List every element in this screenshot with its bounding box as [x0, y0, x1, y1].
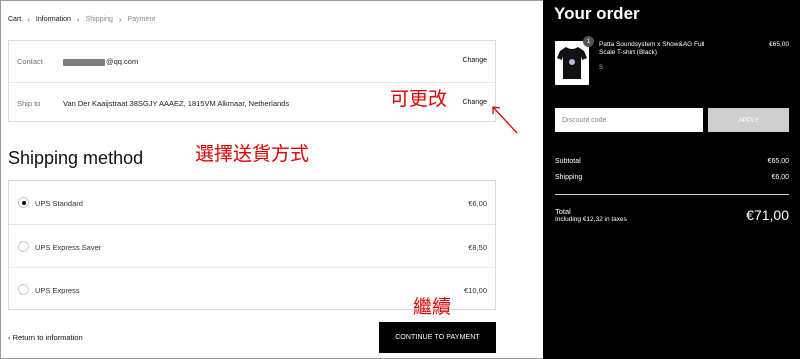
subtotal-label: Subtotal — [555, 158, 581, 165]
annotation-changeable: 可更改 — [390, 88, 448, 110]
annotation-choose-shipping: 選擇送貨方式 — [195, 143, 310, 165]
order-title: Your order — [554, 4, 640, 23]
tshirt-icon — [557, 47, 587, 79]
shipping-cost-label: Shipping — [555, 174, 583, 181]
shipping-cost-value: €6,00 — [771, 174, 789, 181]
return-to-information-link[interactable]: ‹ Return to information — [8, 333, 83, 342]
ship-to-label: Ship to — [17, 99, 41, 108]
shipping-option-name: UPS Express Saver — [35, 243, 102, 252]
annotation-continue: 繼續 — [413, 296, 452, 318]
order-summary-panel: Your order 1 Patta Soundsystem x Show&AG… — [543, 0, 800, 359]
total-value: €71,00 — [746, 207, 789, 223]
ship-to-address: Van Der Kaaijstraat 38SGJY AAAEZ, 1815VM… — [63, 99, 290, 108]
chevron-right-icon: › — [76, 15, 80, 24]
product-thumbnail — [555, 41, 589, 85]
contact-row: Contact @qq.com Change — [9, 41, 495, 81]
tax-note: Including €12,32 in taxes — [555, 216, 627, 223]
contact-value: @qq.com — [63, 57, 138, 66]
breadcrumb-cart[interactable]: Cart — [8, 16, 21, 23]
shipping-option-price: €6,00 — [468, 199, 487, 208]
shipping-methods-list: UPS Standard €6,00 UPS Express Saver €8,… — [8, 180, 496, 310]
radio-icon[interactable] — [18, 241, 29, 252]
shipping-option-name: UPS Express — [35, 286, 80, 295]
shipping-option-ups-standard[interactable]: UPS Standard €6,00 — [9, 181, 495, 224]
summary-divider — [555, 194, 789, 195]
product-price: €65,00 — [769, 41, 789, 48]
subtotal-row: Subtotal €65,00 — [555, 158, 789, 165]
breadcrumb-payment: Payment — [127, 16, 156, 23]
return-label: Return to information — [12, 333, 83, 342]
radio-selected-icon[interactable] — [18, 197, 29, 208]
quantity-badge: 1 — [583, 36, 594, 47]
total-label: Total — [555, 207, 571, 216]
subtotal-value: €65,00 — [767, 158, 789, 165]
radio-icon[interactable] — [18, 284, 29, 295]
product-name: Patta Soundsystem x Show&AG Full Scale T… — [599, 41, 705, 56]
breadcrumb-shipping: Shipping — [85, 16, 113, 23]
breadcrumb-information[interactable]: Information — [36, 16, 71, 23]
shipping-option-price: €10,00 — [464, 286, 487, 295]
contact-email: @qq.com — [106, 57, 139, 66]
shipping-method-heading: Shipping method — [8, 148, 144, 168]
continue-to-payment-button[interactable]: CONTINUE TO PAYMENT — [379, 322, 496, 353]
breadcrumb: Cart › Information › Shipping › Payment — [8, 15, 155, 24]
apply-discount-button[interactable]: APPLY — [708, 108, 789, 132]
shipping-option-ups-express-saver[interactable]: UPS Express Saver €8,50 — [9, 224, 495, 267]
change-contact-link[interactable]: Change — [462, 57, 487, 64]
shipping-option-price: €8,50 — [468, 243, 487, 252]
annotation-arrow-icon — [492, 106, 518, 134]
shipping-cost-row: Shipping €6,00 — [555, 174, 789, 181]
contact-label: Contact — [17, 57, 43, 66]
shipping-option-name: UPS Standard — [35, 199, 83, 208]
redacted-email-mark — [63, 58, 105, 66]
product-variant: S — [599, 65, 604, 71]
discount-code-input[interactable] — [555, 108, 703, 132]
change-address-link[interactable]: Change — [462, 99, 487, 106]
chevron-right-icon: › — [27, 15, 30, 24]
chevron-right-icon: › — [118, 15, 122, 24]
